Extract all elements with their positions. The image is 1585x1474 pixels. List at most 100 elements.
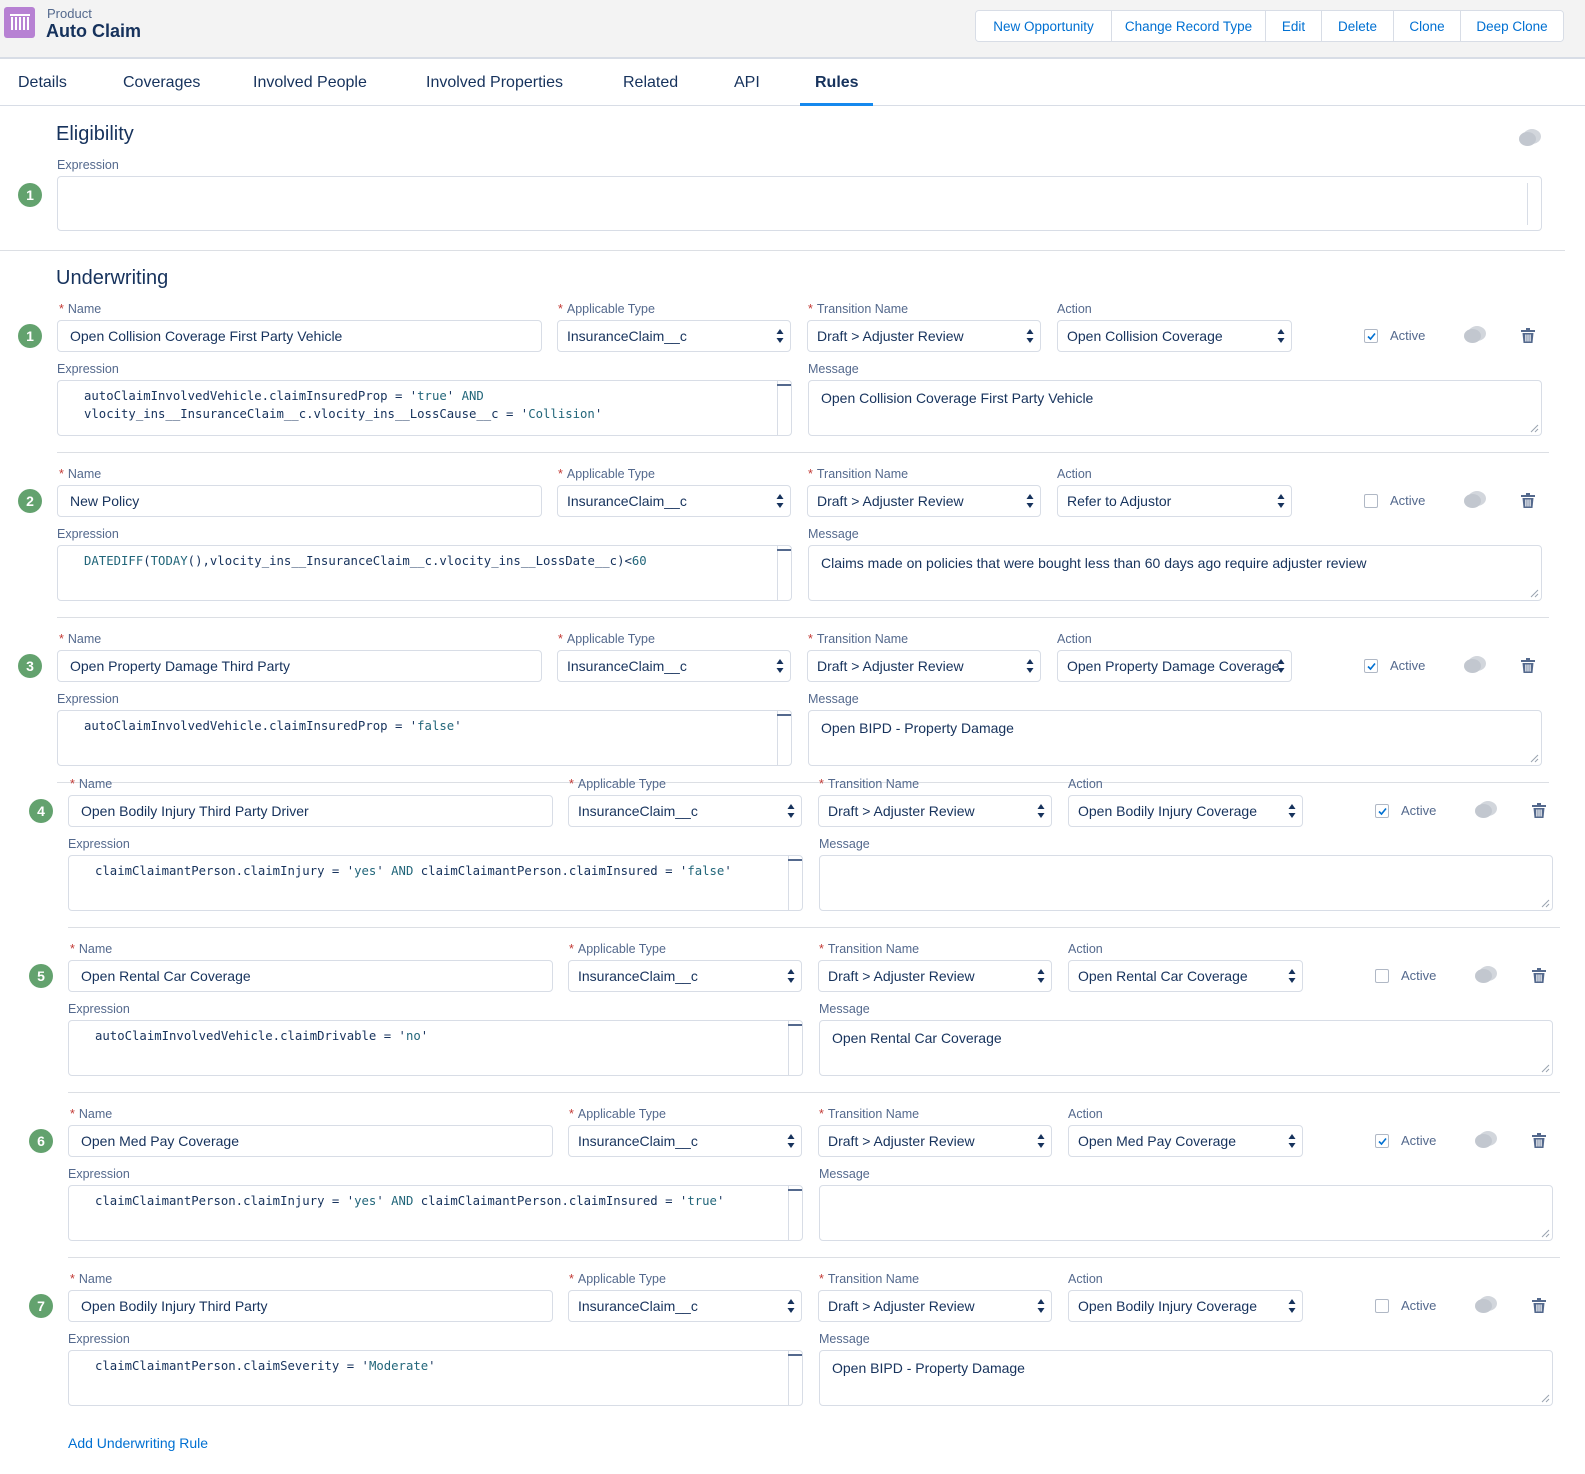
rule-expression-editor[interactable]: claimClaimantPerson.claimInjury = 'yes' … (68, 855, 803, 911)
expression-scrollbar[interactable] (788, 1186, 789, 1240)
rule-name-input[interactable]: Open Collision Coverage First Party Vehi… (57, 320, 542, 352)
applicable-type-select[interactable]: InsuranceClaim__c (568, 1125, 802, 1157)
tab-api[interactable]: API (734, 74, 760, 92)
expression-scrollbar[interactable] (777, 381, 778, 435)
tab-rules[interactable]: Rules (815, 74, 859, 92)
expression-scrollbar-thumb[interactable] (777, 384, 791, 386)
trash-icon[interactable] (1521, 328, 1535, 343)
active-checkbox[interactable] (1364, 329, 1378, 343)
rule-name-input[interactable]: Open Property Damage Third Party (57, 650, 542, 682)
rule-expression-editor[interactable]: claimClaimantPerson.claimInjury = 'yes' … (68, 1185, 803, 1241)
expression-scrollbar-thumb[interactable] (777, 549, 791, 551)
transition-name-select[interactable]: Draft > Adjuster Review (818, 960, 1052, 992)
expression-scrollbar-thumb[interactable] (788, 1024, 802, 1026)
rule-expression-editor[interactable]: autoClaimInvolvedVehicle.claimInsuredPro… (57, 380, 792, 436)
tab-related[interactable]: Related (623, 74, 678, 92)
tab-details[interactable]: Details (18, 74, 67, 92)
tab-coverages[interactable]: Coverages (123, 74, 200, 92)
rule-message-field[interactable]: Open BIPD - Property Damage (808, 710, 1542, 766)
rule-expression-editor[interactable]: autoClaimInvolvedVehicle.claimInsuredPro… (57, 710, 792, 766)
chat-icon[interactable] (1474, 800, 1498, 820)
rule-message-field[interactable]: Open Collision Coverage First Party Vehi… (808, 380, 1542, 436)
resize-grip-icon[interactable] (1541, 899, 1550, 908)
rule-message-field[interactable]: Open Rental Car Coverage (819, 1020, 1553, 1076)
rule-name-input[interactable]: Open Bodily Injury Third Party Driver (68, 795, 553, 827)
eligibility-expression-field[interactable] (57, 176, 1542, 231)
action-select[interactable]: Open Collision Coverage (1057, 320, 1292, 352)
applicable-type-select[interactable]: InsuranceClaim__c (568, 960, 802, 992)
trash-icon[interactable] (1532, 1133, 1546, 1148)
active-checkbox[interactable] (1364, 494, 1378, 508)
expression-scrollbar[interactable] (788, 856, 789, 910)
chat-icon[interactable] (1463, 490, 1487, 510)
deep-clone-button[interactable]: Deep Clone (1461, 11, 1563, 41)
applicable-type-select[interactable]: InsuranceClaim__c (557, 320, 791, 352)
rule-name-input[interactable]: Open Bodily Injury Third Party (68, 1290, 553, 1322)
active-checkbox[interactable] (1375, 969, 1389, 983)
transition-name-select[interactable]: Draft > Adjuster Review (807, 485, 1041, 517)
tab-involved-properties[interactable]: Involved Properties (426, 74, 563, 92)
add-underwriting-rule-link[interactable]: Add Underwriting Rule (68, 1435, 208, 1451)
active-checkbox[interactable] (1375, 804, 1389, 818)
applicable-type-select[interactable]: InsuranceClaim__c (568, 1290, 802, 1322)
chat-icon[interactable] (1474, 1295, 1498, 1315)
action-select[interactable]: Refer to Adjustor (1057, 485, 1292, 517)
active-checkbox[interactable] (1364, 659, 1378, 673)
rule-name-input[interactable]: Open Med Pay Coverage (68, 1125, 553, 1157)
transition-name-select[interactable]: Draft > Adjuster Review (807, 650, 1041, 682)
edit-button[interactable]: Edit (1266, 11, 1322, 41)
active-checkbox[interactable] (1375, 1134, 1389, 1148)
expression-scrollbar-thumb[interactable] (788, 859, 802, 861)
action-select[interactable]: Open Bodily Injury Coverage (1068, 1290, 1303, 1322)
change-record-type-button[interactable]: Change Record Type (1112, 11, 1266, 41)
expression-scrollbar-thumb[interactable] (788, 1354, 802, 1356)
clone-button[interactable]: Clone (1394, 11, 1461, 41)
rule-message-field[interactable]: Open BIPD - Property Damage (819, 1350, 1553, 1406)
transition-name-select[interactable]: Draft > Adjuster Review (818, 1125, 1052, 1157)
action-select[interactable]: Open Rental Car Coverage (1068, 960, 1303, 992)
rule-expression-editor[interactable]: claimClaimantPerson.claimSeverity = 'Mod… (68, 1350, 803, 1406)
resize-grip-icon[interactable] (1541, 1394, 1550, 1403)
action-select[interactable]: Open Property Damage Coverage (1057, 650, 1292, 682)
applicable-type-select[interactable]: InsuranceClaim__c (557, 485, 791, 517)
chat-icon[interactable] (1474, 1130, 1498, 1150)
trash-icon[interactable] (1532, 968, 1546, 983)
chat-icon[interactable] (1474, 965, 1498, 985)
active-checkbox[interactable] (1375, 1299, 1389, 1313)
new-opportunity-button[interactable]: New Opportunity (976, 11, 1112, 41)
expression-scrollbar[interactable] (788, 1021, 789, 1075)
rule-name-input[interactable]: New Policy (57, 485, 542, 517)
expression-scrollbar[interactable] (777, 711, 778, 765)
action-select[interactable]: Open Med Pay Coverage (1068, 1125, 1303, 1157)
trash-icon[interactable] (1521, 493, 1535, 508)
resize-grip-icon[interactable] (1530, 754, 1539, 763)
resize-grip-icon[interactable] (1541, 1064, 1550, 1073)
expression-scrollbar[interactable] (777, 546, 778, 600)
resize-grip-icon[interactable] (1541, 1229, 1550, 1238)
trash-icon[interactable] (1532, 803, 1546, 818)
trash-icon[interactable] (1521, 658, 1535, 673)
action-select[interactable]: Open Bodily Injury Coverage (1068, 795, 1303, 827)
applicable-type-select[interactable]: InsuranceClaim__c (568, 795, 802, 827)
rule-name-input[interactable]: Open Rental Car Coverage (68, 960, 553, 992)
expression-scrollbar[interactable] (788, 1351, 789, 1405)
trash-icon[interactable] (1532, 1298, 1546, 1313)
applicable-type-select[interactable]: InsuranceClaim__c (557, 650, 791, 682)
tab-involved-people[interactable]: Involved People (253, 74, 367, 92)
transition-name-select[interactable]: Draft > Adjuster Review (818, 1290, 1052, 1322)
rule-message-field[interactable]: Claims made on policies that were bought… (808, 545, 1542, 601)
expression-scrollbar-thumb[interactable] (788, 1189, 802, 1191)
rule-expression-editor[interactable]: DATEDIFF(TODAY(),vlocity_ins__InsuranceC… (57, 545, 792, 601)
chat-icon[interactable] (1518, 128, 1542, 148)
transition-name-select[interactable]: Draft > Adjuster Review (807, 320, 1041, 352)
rule-message-field[interactable] (819, 855, 1553, 911)
expression-scrollbar-thumb[interactable] (777, 714, 791, 716)
rule-expression-editor[interactable]: autoClaimInvolvedVehicle.claimDrivable =… (68, 1020, 803, 1076)
delete-button[interactable]: Delete (1322, 11, 1394, 41)
chat-icon[interactable] (1463, 655, 1487, 675)
chat-icon[interactable] (1463, 325, 1487, 345)
rule-message-field[interactable] (819, 1185, 1553, 1241)
resize-grip-icon[interactable] (1530, 424, 1539, 433)
resize-grip-icon[interactable] (1530, 589, 1539, 598)
transition-name-select[interactable]: Draft > Adjuster Review (818, 795, 1052, 827)
